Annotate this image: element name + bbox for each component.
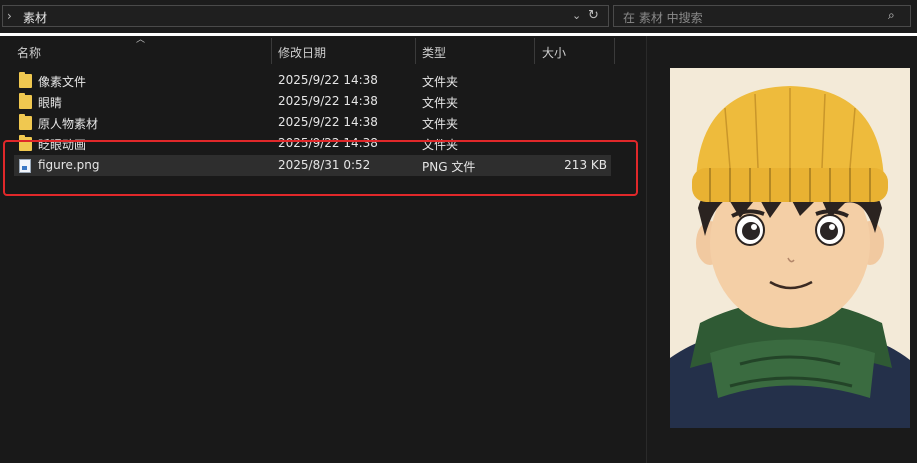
file-date: 2025/9/22 14:38: [278, 73, 378, 87]
file-type: 文件夹: [422, 96, 459, 110]
file-date: 2025/9/22 14:38: [278, 94, 378, 108]
address-bar[interactable]: › 素材 ⌄ ↻: [2, 5, 609, 27]
folder-icon: [19, 93, 32, 109]
folder-icon: [19, 114, 32, 130]
chevron-down-icon[interactable]: ⌄: [572, 9, 581, 22]
file-name: 像素文件: [38, 75, 87, 89]
column-name[interactable]: 名称: [17, 44, 41, 61]
file-type: 文件夹: [422, 117, 459, 131]
list-item[interactable]: 眼睛 2025/9/22 14:38 文件夹: [14, 91, 611, 112]
highlight-box: [3, 140, 638, 196]
column-size[interactable]: 大小: [542, 44, 566, 61]
search-icon[interactable]: ⌕: [888, 8, 895, 23]
breadcrumb-chevron-icon[interactable]: ›: [7, 9, 12, 23]
preview-image: [670, 68, 910, 428]
file-type: 文件夹: [422, 75, 459, 89]
refresh-icon[interactable]: ↻: [588, 8, 599, 23]
column-header: ︿ 名称 修改日期 类型 大小: [0, 35, 645, 64]
character-illustration: [670, 68, 910, 428]
search-box[interactable]: 在 素材 中搜索 ⌕: [613, 5, 911, 27]
search-placeholder[interactable]: 在 素材 中搜索: [623, 9, 703, 26]
folder-icon: [19, 72, 32, 88]
file-name: 眼睛: [38, 96, 63, 110]
sort-up-icon: ︿: [136, 35, 146, 45]
list-item[interactable]: 像素文件 2025/9/22 14:38 文件夹: [14, 70, 611, 91]
column-separator[interactable]: [534, 38, 535, 64]
address-toolbar: › 素材 ⌄ ↻ 在 素材 中搜索 ⌕: [0, 0, 917, 33]
column-type[interactable]: 类型: [422, 44, 446, 61]
file-name: 原人物素材: [38, 117, 99, 131]
column-separator[interactable]: [271, 38, 272, 64]
column-separator[interactable]: [614, 38, 615, 64]
column-date[interactable]: 修改日期: [278, 44, 326, 61]
list-item[interactable]: 原人物素材 2025/9/22 14:38 文件夹: [14, 112, 611, 133]
column-separator[interactable]: [415, 38, 416, 64]
breadcrumb-folder[interactable]: 素材: [23, 9, 47, 26]
file-date: 2025/9/22 14:38: [278, 115, 378, 129]
